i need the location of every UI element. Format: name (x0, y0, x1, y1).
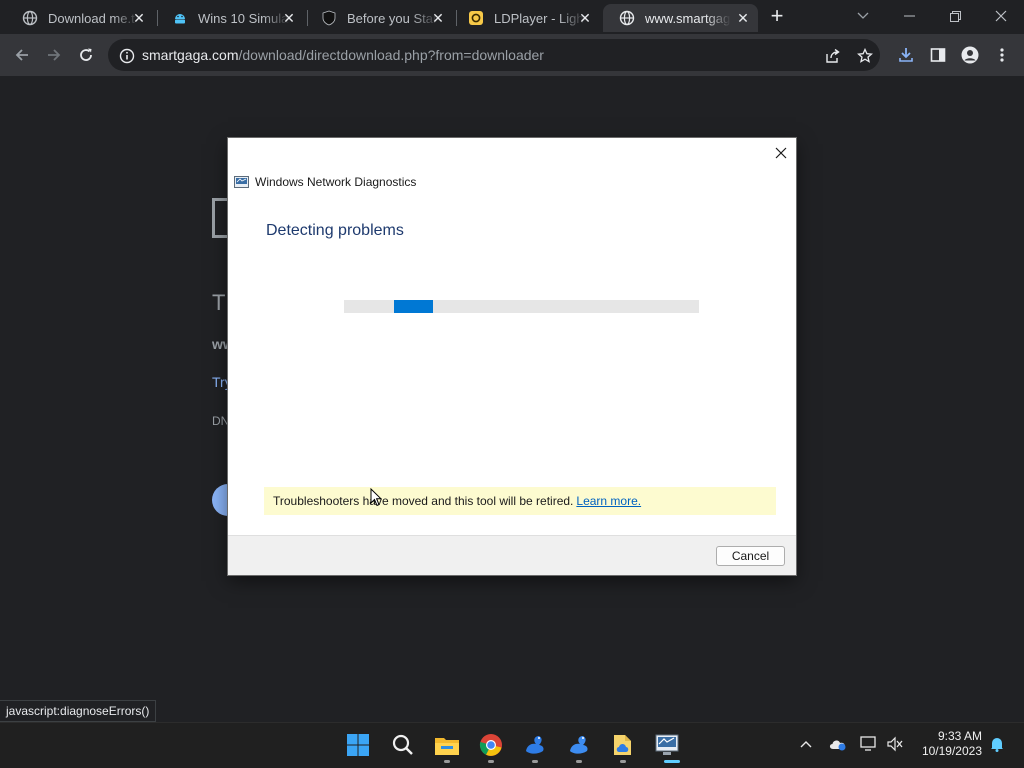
menu-kebab-icon[interactable] (986, 39, 1018, 71)
chrome-icon[interactable] (475, 729, 507, 761)
android-icon (172, 10, 188, 26)
forward-button[interactable] (38, 39, 70, 71)
tab-close-icon[interactable]: ✕ (734, 9, 752, 27)
clock-date: 10/19/2023 (921, 744, 982, 758)
share-icon[interactable] (824, 47, 842, 65)
network-diagnostics-icon (234, 175, 249, 189)
retirement-notice: Troubleshooters have moved and this tool… (264, 487, 776, 515)
running-indicator (576, 760, 582, 763)
tab-4[interactable]: LDPlayer - Lightweight ✕ (452, 4, 600, 32)
network-diagnostics-dialog: Windows Network Diagnostics Detecting pr… (228, 138, 796, 575)
reload-button[interactable] (70, 39, 102, 71)
side-panel-icon[interactable] (922, 39, 954, 71)
network-status-icon[interactable] (858, 733, 880, 755)
tab-3[interactable]: Before you Start ✕ (305, 4, 453, 32)
status-bar: javascript:diagnoseErrors() (0, 700, 157, 722)
search-icon[interactable] (387, 729, 419, 761)
running-indicator (532, 760, 538, 763)
start-icon[interactable] (342, 729, 374, 761)
url-host: smartgaga.com (142, 47, 239, 63)
back-button[interactable] (6, 39, 38, 71)
restore-button[interactable] (932, 0, 978, 32)
network-diagnostics-icon[interactable] (651, 729, 683, 761)
new-tab-button[interactable]: + (766, 5, 788, 28)
tab-close-icon[interactable]: ✕ (130, 9, 148, 27)
progress-bar (344, 300, 699, 313)
shield-icon (321, 10, 337, 26)
folder-icon[interactable] (607, 729, 639, 761)
dialog-footer: Cancel (228, 535, 796, 575)
mouse-pointer-icon (370, 487, 383, 512)
globe-icon (22, 10, 38, 26)
progress-indicator (394, 300, 433, 313)
file-explorer-icon[interactable] (431, 729, 463, 761)
profile-icon[interactable] (954, 39, 986, 71)
address-bar[interactable]: smartgaga.com/download/directdownload.ph… (108, 39, 880, 71)
url-text: smartgaga.com/download/directdownload.ph… (142, 47, 544, 63)
notice-text: Troubleshooters have moved and this tool… (273, 494, 574, 508)
tab-title: LDPlayer - Lightweight (494, 10, 586, 26)
tab-5-active[interactable]: www.smartgaga.com ✕ (603, 4, 758, 32)
close-window-button[interactable] (978, 0, 1024, 32)
tab-title: Wins 10 Simulator (198, 10, 290, 26)
tab-strip: Download me.t ✕ Wins 10 Simulator ✕ Befo… (0, 0, 1024, 34)
ldplayer-icon (468, 10, 484, 26)
error-code-fragment: DN (212, 414, 230, 428)
swan-app-icon[interactable] (563, 729, 595, 761)
tab-close-icon[interactable]: ✕ (576, 9, 594, 27)
browser-toolbar: smartgaga.com/download/directdownload.ph… (0, 34, 1024, 76)
cancel-button[interactable]: Cancel (716, 546, 785, 566)
downloads-icon[interactable] (890, 39, 922, 71)
running-indicator (488, 760, 494, 763)
tab-title: www.smartgaga.com (645, 10, 731, 26)
dialog-close-button[interactable] (770, 142, 792, 164)
volume-muted-icon[interactable] (884, 733, 906, 755)
running-indicator (444, 760, 450, 763)
tab-1[interactable]: Download me.t ✕ (6, 4, 154, 32)
clock-time: 9:33 AM (937, 729, 982, 743)
site-info-icon[interactable] (118, 47, 136, 65)
notification-bell-icon[interactable] (986, 733, 1008, 755)
dialog-heading: Detecting problems (266, 222, 404, 239)
dialog-title-text: Windows Network Diagnostics (255, 175, 417, 189)
dialog-title: Windows Network Diagnostics (234, 175, 416, 189)
minimize-button[interactable] (886, 0, 932, 32)
system-clock[interactable]: 9:33 AM 10/19/2023 (912, 729, 982, 759)
tab-2[interactable]: Wins 10 Simulator ✕ (156, 4, 304, 32)
globe-icon (619, 10, 635, 26)
active-indicator (664, 760, 680, 763)
tab-title: Before you Start (347, 10, 439, 26)
learn-more-link[interactable]: Learn more. (576, 494, 641, 508)
running-indicator (620, 760, 626, 763)
tab-title: Download me.t (48, 10, 135, 26)
tab-search-icon[interactable] (840, 0, 886, 32)
tab-close-icon[interactable]: ✕ (429, 9, 447, 27)
tab-close-icon[interactable]: ✕ (280, 9, 298, 27)
bookmark-star-icon[interactable] (856, 47, 874, 65)
swan-app-icon[interactable] (519, 729, 551, 761)
taskbar: 9:33 AM 10/19/2023 (0, 722, 1024, 768)
onedrive-icon[interactable] (827, 733, 849, 755)
url-path: /download/directdownload.php?from=downlo… (238, 47, 544, 63)
chevron-up-icon[interactable] (795, 733, 817, 755)
